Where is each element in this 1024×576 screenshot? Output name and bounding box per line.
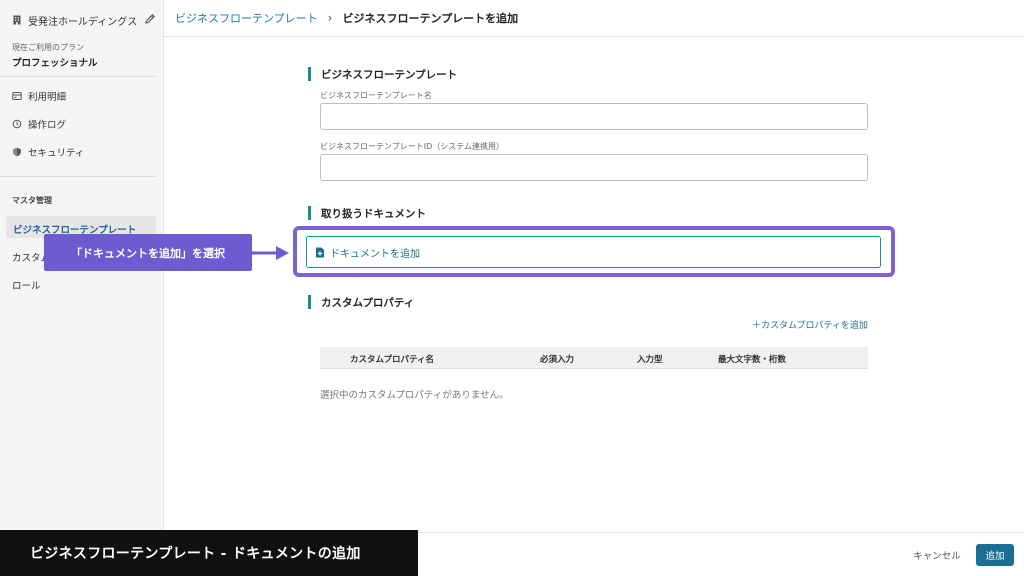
- master-section-label: マスタ管理: [12, 196, 52, 205]
- sidebar-item-label: 操作ログ: [28, 120, 67, 131]
- building-icon: [13, 15, 21, 25]
- add-custom-property-link[interactable]: ＋カスタムプロパティを追加: [752, 318, 868, 331]
- column-header-required: 必須入力: [540, 355, 575, 365]
- history-icon: [12, 119, 22, 129]
- file-plus-icon: [316, 247, 324, 257]
- column-header-input-type: 入力型: [637, 355, 663, 365]
- template-id-input[interactable]: [320, 154, 868, 181]
- instruction-callout: 「ドキュメントを追加」を選択: [44, 234, 252, 271]
- add-document-label: ドキュメントを追加: [330, 248, 420, 260]
- breadcrumb-parent-link[interactable]: ビジネスフローテンプレート: [175, 10, 318, 26]
- sidebar-item-security[interactable]: セキュリティ: [12, 144, 84, 160]
- plan-value: プロフェッショナル: [12, 58, 98, 69]
- template-id-label: ビジネスフローテンプレートID（システム連携用）: [320, 142, 505, 151]
- chevron-right-icon: ›: [327, 11, 333, 25]
- submit-add-button[interactable]: 追加: [976, 544, 1014, 566]
- sidebar-item-role[interactable]: ロール: [12, 278, 41, 292]
- arrow-right-icon: [250, 246, 289, 260]
- org-name: 受発注ホールディングス: [28, 16, 138, 28]
- sidebar-item-label: セキュリティ: [28, 148, 85, 159]
- org-header[interactable]: 受発注ホールディングス: [12, 12, 156, 28]
- template-name-label: ビジネスフローテンプレート名: [320, 91, 432, 100]
- section-title-documents: 取り扱うドキュメント: [308, 206, 426, 220]
- cancel-button[interactable]: キャンセル: [906, 544, 968, 566]
- sidebar-divider: [0, 76, 156, 77]
- sidebar-item-history[interactable]: 操作ログ: [12, 116, 66, 132]
- template-name-input[interactable]: [320, 103, 868, 130]
- plan-label: 現在ご利用のプラン: [12, 43, 84, 52]
- pencil-icon[interactable]: [144, 13, 156, 25]
- column-header-name: カスタムプロパティ名: [350, 355, 434, 365]
- add-document-button[interactable]: ドキュメントを追加: [306, 236, 881, 268]
- billing-icon: [12, 92, 22, 100]
- breadcrumb: ビジネスフローテンプレート › ビジネスフローテンプレートを追加: [164, 0, 1024, 37]
- breadcrumb-current: ビジネスフローテンプレートを追加: [342, 12, 519, 25]
- caption-banner: ビジネスフローテンプレート - ドキュメントの追加: [0, 530, 418, 576]
- sidebar-item-label: 利用明細: [28, 92, 67, 103]
- empty-state-message: 選択中のカスタムプロパティがありません。: [320, 390, 509, 401]
- section-title-template: ビジネスフローテンプレート: [308, 67, 457, 81]
- custom-property-table-header: カスタムプロパティ名 必須入力 入力型 最大文字数・桁数: [320, 347, 868, 369]
- sidebar-divider: [0, 176, 156, 177]
- column-header-max-length: 最大文字数・桁数: [718, 355, 787, 365]
- section-title-custom-properties: カスタムプロパティ: [308, 295, 414, 309]
- shield-icon: [13, 147, 21, 157]
- sidebar-item-billing[interactable]: 利用明細: [12, 88, 66, 104]
